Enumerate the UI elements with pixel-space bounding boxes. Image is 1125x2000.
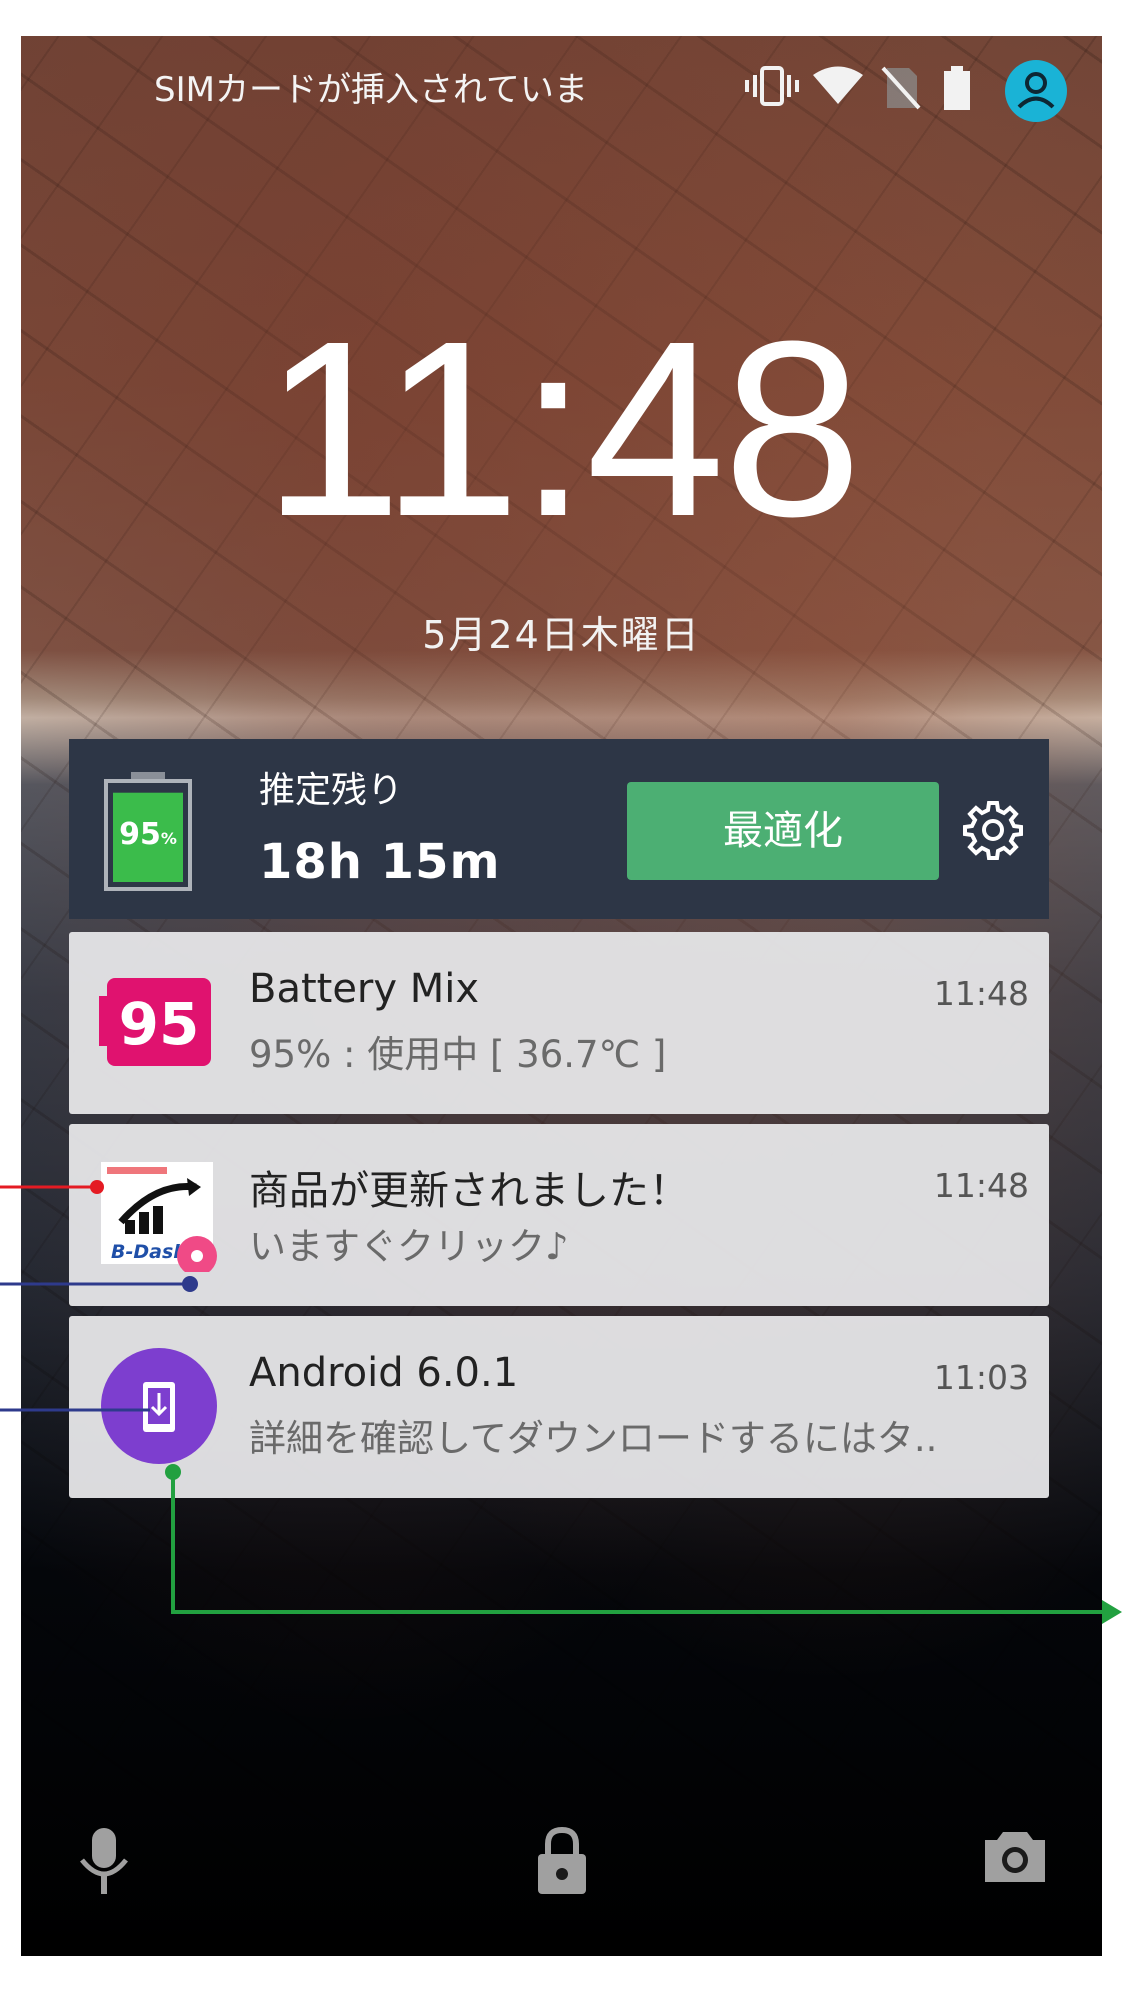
annotation-overlay — [0, 1180, 1122, 1624]
annotation-green-line — [165, 1464, 1122, 1624]
annotation-red-line — [0, 1180, 104, 1194]
annotation-blue-line-1 — [0, 1276, 198, 1292]
